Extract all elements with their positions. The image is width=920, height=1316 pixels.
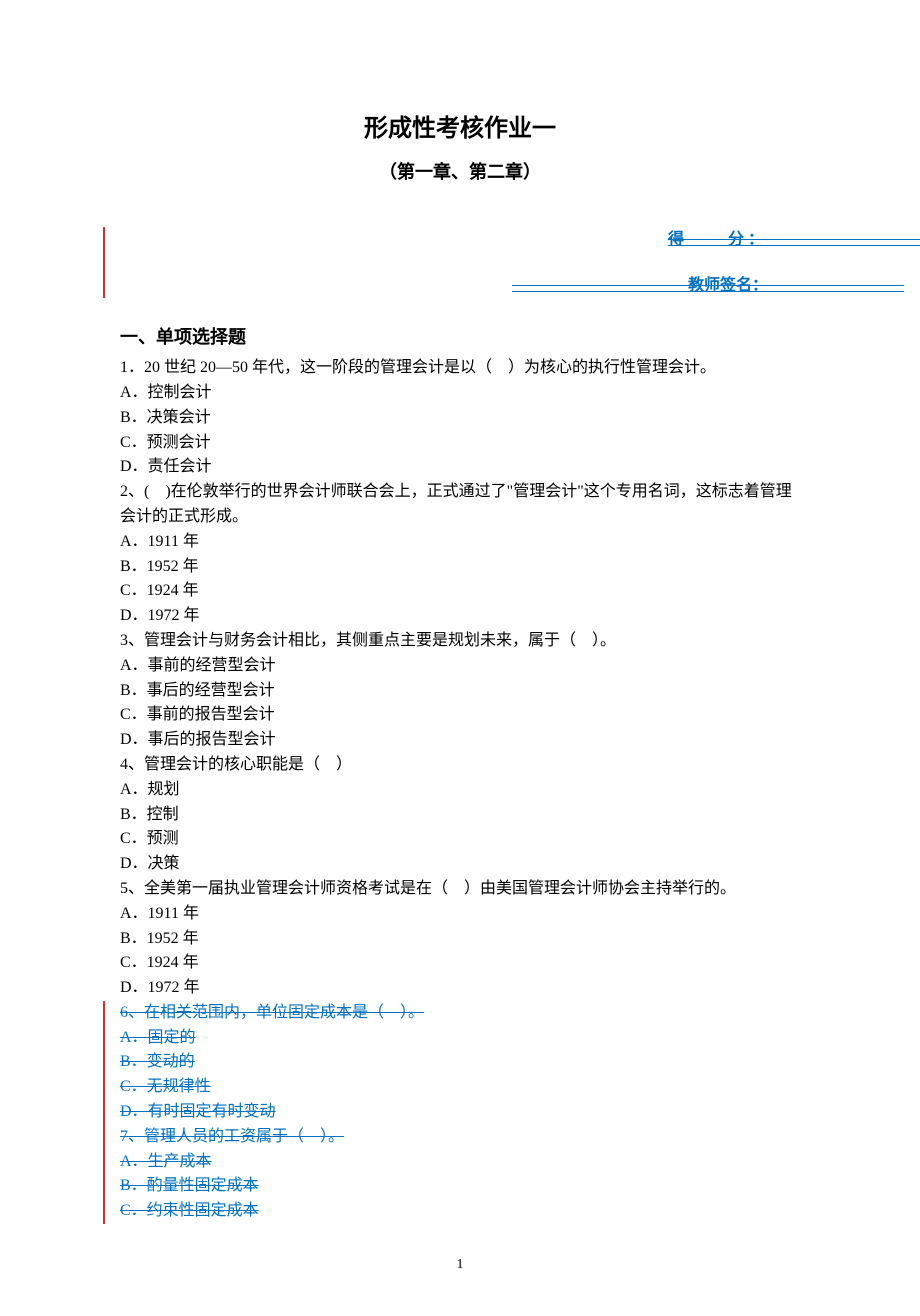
question-3-option-b: B．事后的经营型会计: [120, 679, 800, 704]
question-6-option-d: D．有时固定有时变动: [120, 1100, 800, 1125]
document-title: 形成性考核作业一: [120, 110, 800, 148]
question-6-option-c: C．无规律性: [120, 1075, 800, 1100]
question-1-option-c: C．预测会计: [120, 431, 800, 456]
question-3-option-c: C．事前的报告型会计: [120, 703, 800, 728]
revision-bar-bottom: 6、在相关范围内，单位固定成本是（ ）。 A．固定的 B．变动的 C．无规律性 …: [103, 1001, 800, 1224]
question-5: 5、全美第一届执业管理会计师资格考试是在（ ）由美国管理会计师协会主持举行的。: [120, 877, 800, 902]
question-2-option-d: D．1972 年: [120, 604, 800, 629]
question-6-option-b: B．变动的: [120, 1050, 800, 1075]
question-7-option-c: C．约束性固定成本: [120, 1199, 800, 1224]
page-number: 1: [120, 1254, 800, 1276]
question-7-option-b: B．酌量性固定成本: [120, 1174, 800, 1199]
question-5-option-d: D．1972 年: [120, 976, 800, 1001]
question-1: 1．20 世纪 20—50 年代，这一阶段的管理会计是以（ ）为核心的执行性管理…: [120, 356, 800, 381]
question-3: 3、管理会计与财务会计相比，其侧重点主要是规划未来，属于（ ）。: [120, 629, 800, 654]
question-6-option-a: A．固定的: [120, 1026, 800, 1051]
question-2-option-c: C．1924 年: [120, 579, 800, 604]
question-5-option-c: C．1924 年: [120, 951, 800, 976]
question-2-option-a: A．1911 年: [120, 530, 800, 555]
revision-bar-top: 得 分： 教师签名：: [103, 227, 800, 298]
question-1-option-d: D．责任会计: [120, 455, 800, 480]
section-heading-1: 一、单项选择题: [120, 323, 800, 352]
question-4-option-c: C．预测: [120, 827, 800, 852]
question-7-option-a: A．生产成本: [120, 1150, 800, 1175]
question-2: 2、( )在伦敦举行的世界会计师联合会上，正式通过了"管理会计"这个专用名词，这…: [120, 480, 800, 530]
question-2-option-b: B．1952 年: [120, 555, 800, 580]
question-4-option-b: B．控制: [120, 803, 800, 828]
question-4-option-a: A．规划: [120, 778, 800, 803]
question-1-option-b: B．决策会计: [120, 406, 800, 431]
question-5-option-a: A．1911 年: [120, 902, 800, 927]
question-3-option-a: A．事前的经营型会计: [120, 654, 800, 679]
document-subtitle: （第一章、第二章）: [120, 158, 800, 187]
question-1-option-a: A．控制会计: [120, 381, 800, 406]
teacher-signature-label: 教师签名：: [120, 273, 800, 299]
question-3-option-d: D．事后的报告型会计: [120, 728, 800, 753]
question-4: 4、管理会计的核心职能是（ ）: [120, 753, 800, 778]
question-6: 6、在相关范围内，单位固定成本是（ ）。: [120, 1001, 800, 1026]
question-4-option-d: D．决策: [120, 852, 800, 877]
question-7: 7、管理人员的工资属于（ ）。: [120, 1125, 800, 1150]
score-label: 得 分：: [120, 227, 800, 253]
question-5-option-b: B．1952 年: [120, 927, 800, 952]
